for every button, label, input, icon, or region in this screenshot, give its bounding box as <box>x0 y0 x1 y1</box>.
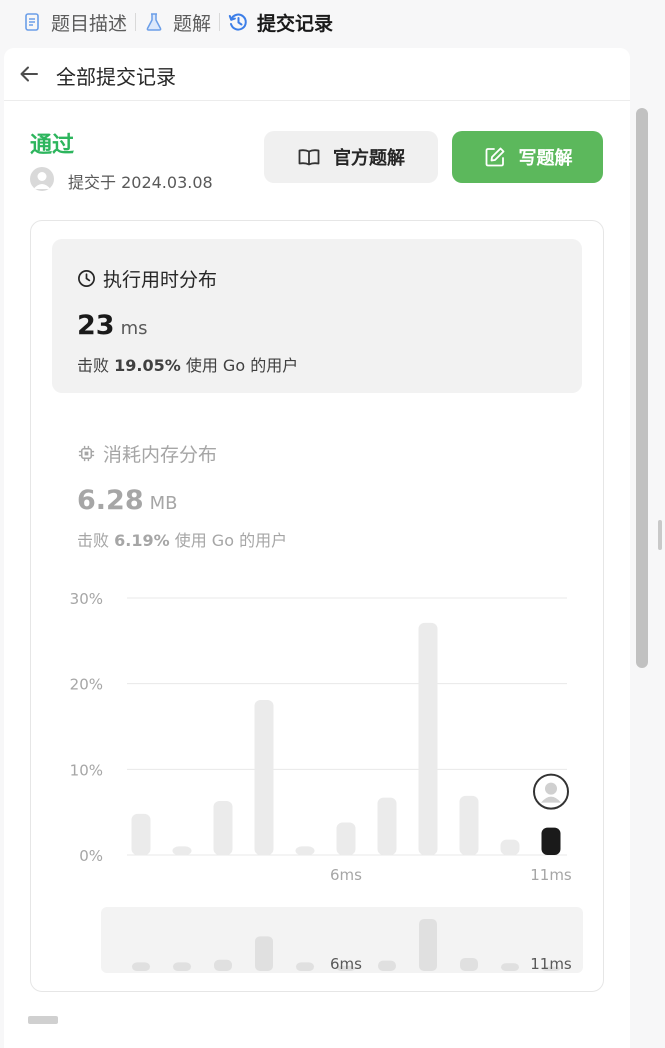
chart-bar[interactable] <box>213 801 233 855</box>
chart-bar[interactable] <box>459 795 479 855</box>
x-tick-label: 6ms <box>330 866 362 884</box>
tab-solutions[interactable]: 题解 <box>136 0 219 44</box>
write-solution-label: 写题解 <box>518 148 573 169</box>
chart-bar[interactable] <box>336 822 356 855</box>
resize-handle[interactable] <box>658 520 662 550</box>
tab-label: 提交记录 <box>257 12 334 35</box>
minimap-tick-label: 6ms <box>330 955 362 973</box>
y-tick-label: 0% <box>79 847 103 865</box>
chart-bars: 6ms 11ms <box>131 622 572 884</box>
submission-detail-panel: 全部提交记录 通过 提交于 2024.03.08 官方题解 写题解 执行用时分布… <box>4 48 630 1048</box>
chart-bar[interactable] <box>377 797 397 855</box>
back-arrow-icon[interactable] <box>18 63 40 85</box>
minimap-bar <box>132 962 150 971</box>
document-icon <box>25 13 39 31</box>
tab-bar: 题目描述 题解 提交记录 <box>0 0 665 44</box>
y-tick-label: 10% <box>70 761 103 779</box>
minimap-bar <box>378 960 396 971</box>
scrollbar-thumb[interactable] <box>636 108 648 668</box>
write-solution-button[interactable]: 写题解 <box>452 131 603 183</box>
user-icon <box>33 172 51 189</box>
avatar[interactable] <box>30 167 54 191</box>
user-icon <box>545 782 557 795</box>
tab-label: 题目描述 <box>51 12 128 35</box>
submission-status: 通过 <box>30 133 75 158</box>
performance-card: 执行用时分布 23ms 击败 19.05% 使用 Go 的用户 消耗内存分布 <box>30 220 604 992</box>
minimap-bar <box>460 958 478 971</box>
minimap-bar <box>419 919 437 971</box>
footer-content-peek <box>28 1016 58 1024</box>
minimap-bar <box>214 959 232 971</box>
tab-description[interactable]: 题目描述 <box>0 0 135 44</box>
chart-bar[interactable] <box>500 839 520 855</box>
history-icon <box>228 13 247 31</box>
minimap-tick-label: 11ms <box>530 955 572 973</box>
chart-bar[interactable] <box>131 813 151 855</box>
chart-bar[interactable] <box>418 622 438 855</box>
edit-icon <box>485 147 504 167</box>
panel-header: 全部提交记录 <box>4 48 630 101</box>
official-solution-button[interactable]: 官方题解 <box>264 131 438 183</box>
chart-bar[interactable] <box>172 846 192 855</box>
submission-time: 提交于 2024.03.08 <box>68 173 213 192</box>
y-tick-label: 20% <box>70 676 103 694</box>
chart-bar[interactable] <box>295 846 315 855</box>
page-title: 全部提交记录 <box>56 65 176 89</box>
y-tick-label: 30% <box>70 590 103 608</box>
minimap-bar <box>255 936 273 971</box>
book-icon <box>298 149 320 166</box>
chart-bar-highlight[interactable] <box>541 827 561 855</box>
minimap-bar <box>296 962 314 971</box>
flask-icon <box>146 13 162 31</box>
tab-submissions[interactable]: 提交记录 <box>220 0 341 44</box>
distribution-chart[interactable]: 30% 20% 10% 0% 6ms 11ms 6ms 11ms <box>31 221 603 991</box>
chart-bar[interactable] <box>254 699 274 855</box>
minimap-bar <box>173 962 191 971</box>
tab-label: 题解 <box>173 12 212 35</box>
minimap-bar <box>501 963 519 971</box>
official-solution-label: 官方题解 <box>333 148 405 169</box>
x-tick-label: 11ms <box>530 866 572 884</box>
